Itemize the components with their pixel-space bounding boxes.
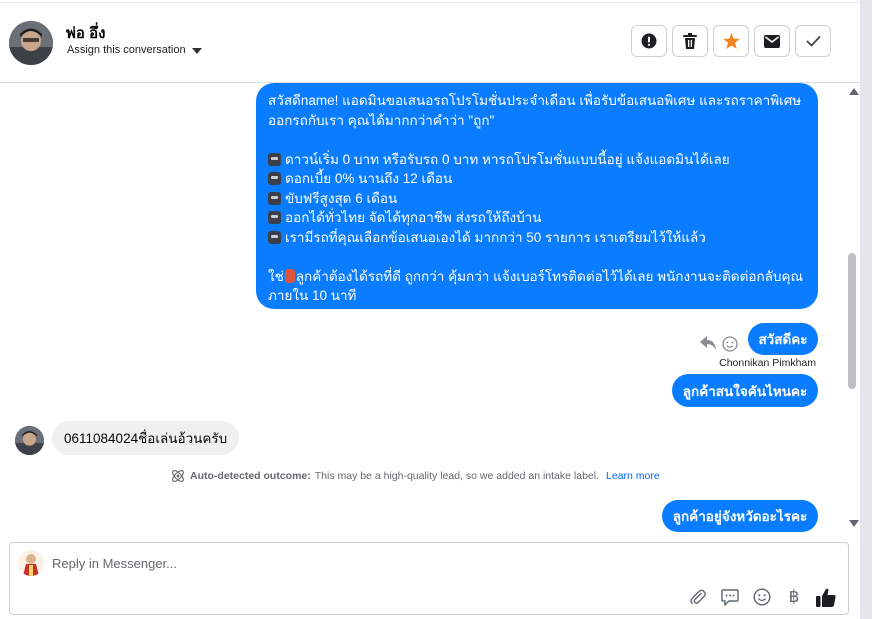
assign-conversation-dropdown[interactable]: Assign this conversation bbox=[67, 44, 202, 56]
auto-detected-outcome-notice: Auto-detected outcome: This may be a hig… bbox=[170, 468, 660, 484]
outcome-text: This may be a high-quality lead, so we a… bbox=[314, 470, 600, 482]
conversation-header: พ่อ อึ่ง Assign this conversation bbox=[0, 3, 860, 83]
exclamation-icon bbox=[641, 33, 657, 49]
outgoing-message-bubble[interactable]: สวัสดีคะ bbox=[748, 323, 818, 355]
contact-name[interactable]: พ่อ อึ่ง bbox=[66, 21, 105, 45]
speech-bubble-icon bbox=[721, 588, 739, 606]
mark-done-button[interactable] bbox=[795, 25, 831, 57]
promo-item: ดอกเบี้ย 0% นานถึง 12 เดือน bbox=[268, 169, 806, 189]
delete-button[interactable] bbox=[672, 25, 708, 57]
mail-icon bbox=[764, 34, 780, 48]
reply-icon[interactable] bbox=[700, 336, 717, 351]
car-emoji-icon bbox=[268, 230, 281, 244]
paperclip-icon bbox=[690, 589, 706, 605]
promo-item: เรามีรถที่คุณเลือกข้อเสนอเองได้ มากกว่า … bbox=[268, 228, 806, 248]
outgoing-message-bubble[interactable]: ลูกค้าอยู่จังหวัดอะไรคะ bbox=[662, 500, 818, 532]
car-emoji-icon bbox=[268, 191, 281, 205]
car-emoji-icon bbox=[268, 211, 281, 225]
attach-button[interactable] bbox=[686, 585, 710, 609]
emoji-button[interactable] bbox=[750, 585, 774, 609]
sender-name: Chonnikan Pimkham bbox=[719, 357, 816, 369]
reply-input[interactable] bbox=[52, 553, 752, 573]
outcome-label: Auto-detected outcome: bbox=[190, 470, 311, 482]
conversation-actions bbox=[631, 25, 831, 57]
car-emoji-icon bbox=[268, 172, 281, 186]
baht-icon: ฿ bbox=[788, 587, 800, 607]
payment-button[interactable]: ฿ bbox=[782, 585, 806, 609]
page-logo-icon bbox=[18, 550, 44, 576]
learn-more-link[interactable]: Learn more bbox=[606, 470, 660, 482]
window-edge bbox=[860, 0, 872, 619]
conversation-panel: พ่อ อึ่ง Assign this conversation สวัสดี… bbox=[0, 0, 860, 619]
contact-avatar-small[interactable] bbox=[15, 426, 44, 455]
trash-icon bbox=[683, 33, 697, 49]
promo-message-bubble[interactable]: สวัสดีname! แอดมินขอเสนอรถโปรโมชั่นประจำ… bbox=[256, 83, 818, 309]
promo-item: ออกได้ทั่วไทย จัดได้ทุกอาชีพ ส่งรถให้ถึง… bbox=[268, 208, 806, 228]
saved-replies-button[interactable] bbox=[718, 585, 742, 609]
mark-spam-button[interactable] bbox=[631, 25, 667, 57]
scroll-up-arrow-icon[interactable] bbox=[849, 88, 859, 95]
incoming-message-bubble[interactable]: 0611084024ชื่อเล่นอ้วนครับ bbox=[52, 421, 240, 455]
contact-photo bbox=[9, 21, 53, 65]
car-emoji-icon bbox=[268, 152, 281, 166]
reply-composer: ฿ bbox=[9, 542, 849, 615]
contact-photo bbox=[15, 426, 44, 455]
mark-unread-button[interactable] bbox=[754, 25, 790, 57]
react-emoji-icon[interactable] bbox=[722, 336, 738, 352]
promo-item: ขับฟรีสูงสุด 6 เดือน bbox=[268, 189, 806, 209]
promo-intro-text: สวัสดีname! แอดมินขอเสนอรถโปรโมชั่นประจำ… bbox=[268, 93, 802, 128]
emoji-icon bbox=[753, 588, 771, 606]
scrollbar-thumb[interactable] bbox=[848, 253, 856, 389]
promo-closing-text: ใช่ ลูกค้าต้องได้รถที่ดี ถูกกว่า คุ้มกว่า… bbox=[268, 268, 804, 303]
atom-icon bbox=[172, 470, 184, 482]
thumbs-up-icon bbox=[816, 588, 836, 607]
assign-label: Assign this conversation bbox=[67, 44, 186, 56]
star-icon bbox=[722, 33, 740, 49]
check-icon bbox=[805, 35, 821, 47]
scroll-down-arrow-icon[interactable] bbox=[849, 520, 859, 527]
composer-toolbar: ฿ bbox=[686, 585, 838, 609]
message-thread[interactable]: สวัสดีname! แอดมินขอเสนอรถโปรโมชั่นประจำ… bbox=[0, 83, 846, 533]
like-button[interactable] bbox=[814, 585, 838, 609]
page-avatar bbox=[18, 550, 44, 576]
promo-item: ดาวน์เริ่ม 0 บาท หรือรับรถ 0 บาท หารถโปร… bbox=[268, 150, 806, 170]
thread-scrollbar[interactable] bbox=[846, 83, 860, 533]
pointing-hand-emoji-icon bbox=[284, 268, 295, 283]
contact-avatar[interactable] bbox=[9, 21, 53, 65]
outgoing-message-bubble[interactable]: ลูกค้าสนใจคันไหนคะ bbox=[672, 374, 818, 407]
star-button[interactable] bbox=[713, 25, 749, 57]
chevron-down-icon bbox=[191, 47, 202, 54]
